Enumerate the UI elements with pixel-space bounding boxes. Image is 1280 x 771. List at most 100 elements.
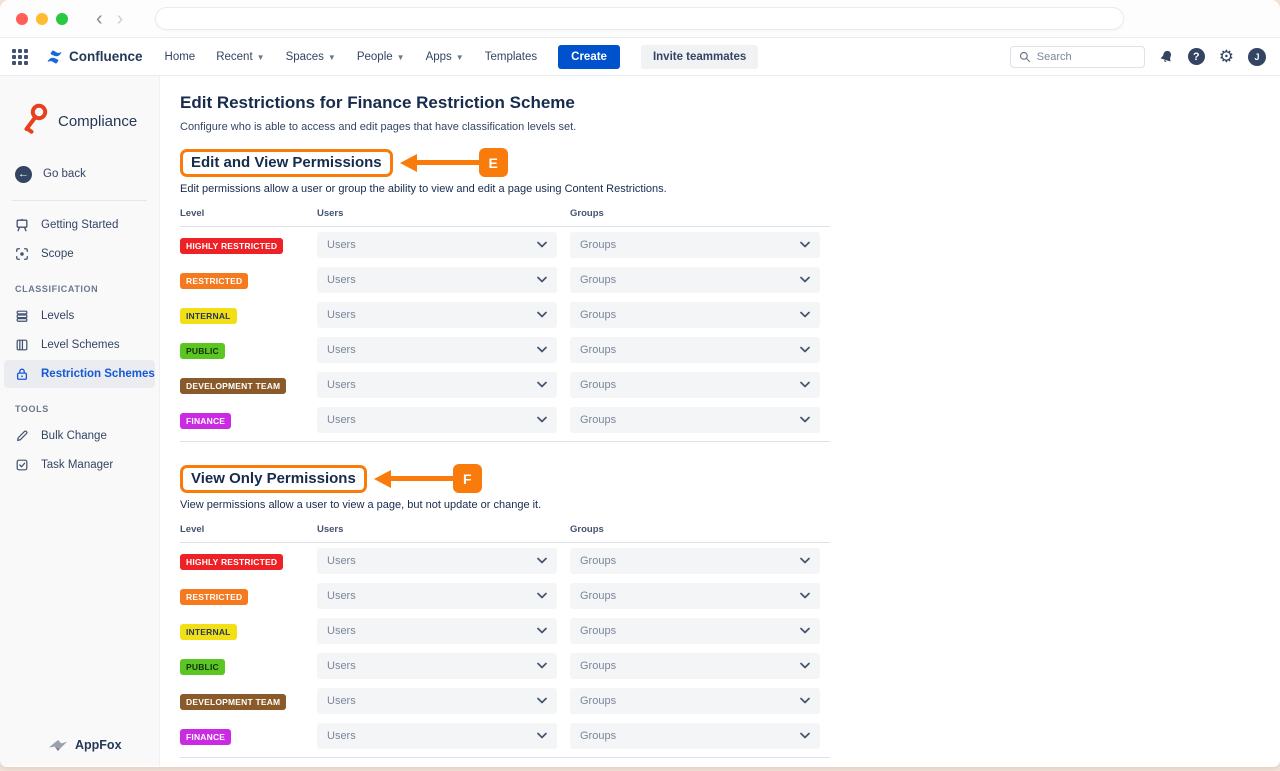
chevron-down-icon xyxy=(800,241,810,248)
groups-dropdown-value: Groups xyxy=(580,274,616,286)
address-input[interactable] xyxy=(156,8,1123,29)
level-badge: PUBLIC xyxy=(180,659,225,675)
users-dropdown[interactable]: Users xyxy=(317,337,557,363)
chevron-down-icon xyxy=(800,662,810,669)
create-button[interactable]: Create xyxy=(558,45,620,69)
edit-view-heading-row: Edit and View Permissions E xyxy=(180,148,1280,177)
nav-item-spaces[interactable]: Spaces▼ xyxy=(286,51,336,63)
search-input[interactable] xyxy=(1037,51,1127,63)
compliance-app-title: Compliance xyxy=(58,113,137,130)
sidebar-item-getting-started[interactable]: Getting Started xyxy=(4,211,155,239)
task-checkbox-icon xyxy=(15,458,29,472)
sidebar-item-levels[interactable]: Levels xyxy=(4,302,155,330)
nav-item-templates[interactable]: Templates xyxy=(485,51,537,63)
table-row: HIGHLY RESTRICTED Users Groups xyxy=(180,543,830,578)
users-dropdown-value: Users xyxy=(327,309,356,321)
groups-dropdown[interactable]: Groups xyxy=(570,372,820,398)
chevron-down-icon xyxy=(537,557,547,564)
groups-dropdown[interactable]: Groups xyxy=(570,337,820,363)
user-avatar[interactable]: J xyxy=(1248,48,1266,66)
minimize-window-button[interactable] xyxy=(36,13,48,25)
chevron-down-icon xyxy=(537,241,547,248)
browser-back-icon[interactable]: ‹ xyxy=(96,9,103,29)
column-header-groups: Groups xyxy=(570,524,820,535)
sidebar-item-restriction-schemes[interactable]: Restriction Schemes xyxy=(4,360,155,388)
users-dropdown[interactable]: Users xyxy=(317,267,557,293)
appfox-fox-icon xyxy=(48,738,68,752)
users-dropdown[interactable]: Users xyxy=(317,548,557,574)
chevron-down-icon: ▼ xyxy=(257,53,265,62)
users-dropdown[interactable]: Users xyxy=(317,618,557,644)
groups-dropdown[interactable]: Groups xyxy=(570,618,820,644)
groups-dropdown[interactable]: Groups xyxy=(570,302,820,328)
sidebar-item-bulk-change[interactable]: Bulk Change xyxy=(4,422,155,450)
close-window-button[interactable] xyxy=(16,13,28,25)
browser-forward-icon[interactable]: › xyxy=(117,9,124,29)
groups-dropdown[interactable]: Groups xyxy=(570,232,820,258)
groups-dropdown[interactable]: Groups xyxy=(570,407,820,433)
users-dropdown[interactable]: Users xyxy=(317,723,557,749)
chevron-down-icon xyxy=(537,662,547,669)
chevron-down-icon: ▼ xyxy=(456,53,464,62)
users-dropdown[interactable]: Users xyxy=(317,653,557,679)
users-dropdown[interactable]: Users xyxy=(317,407,557,433)
groups-dropdown[interactable]: Groups xyxy=(570,688,820,714)
users-dropdown[interactable]: Users xyxy=(317,232,557,258)
groups-dropdown[interactable]: Groups xyxy=(570,583,820,609)
users-dropdown[interactable]: Users xyxy=(317,688,557,714)
groups-dropdown[interactable]: Groups xyxy=(570,548,820,574)
table-row: DEVELOPMENT TEAM Users Groups xyxy=(180,683,830,718)
chevron-down-icon: ▼ xyxy=(328,53,336,62)
chevron-down-icon xyxy=(800,311,810,318)
nav-item-home[interactable]: Home xyxy=(165,51,196,63)
annotation-label-f: F xyxy=(453,464,482,493)
settings-gear-icon[interactable]: ⚙ xyxy=(1219,48,1234,65)
chevron-down-icon xyxy=(537,732,547,739)
chevron-down-icon xyxy=(800,697,810,704)
traffic-lights xyxy=(16,13,68,25)
chevron-down-icon xyxy=(537,346,547,353)
global-search[interactable] xyxy=(1010,46,1145,68)
nav-item-people[interactable]: People▼ xyxy=(357,51,405,63)
browser-window: ‹ › Confluence Home Recent▼ Spaces▼ xyxy=(0,0,1280,767)
pencil-icon xyxy=(15,429,29,443)
back-arrow-icon: ← xyxy=(15,166,32,183)
confluence-brand[interactable]: Confluence xyxy=(46,49,143,65)
users-dropdown-value: Users xyxy=(327,625,356,637)
groups-dropdown-value: Groups xyxy=(580,730,616,742)
users-dropdown[interactable]: Users xyxy=(317,372,557,398)
table-header-row: Level Users Groups xyxy=(180,520,830,543)
annotation-arrow: F xyxy=(374,464,482,493)
users-dropdown[interactable]: Users xyxy=(317,583,557,609)
app-switcher-icon[interactable] xyxy=(12,49,28,65)
users-dropdown-value: Users xyxy=(327,590,356,602)
groups-dropdown[interactable]: Groups xyxy=(570,723,820,749)
sidebar-item-label: Getting Started xyxy=(41,219,118,231)
notifications-bell-icon[interactable] xyxy=(1159,49,1174,65)
sidebar-section-classification: CLASSIFICATION xyxy=(0,284,159,294)
nav-item-apps[interactable]: Apps▼ xyxy=(426,51,464,63)
users-dropdown[interactable]: Users xyxy=(317,302,557,328)
groups-dropdown-value: Groups xyxy=(580,239,616,251)
go-back-button[interactable]: ← Go back xyxy=(0,160,159,188)
confluence-brand-label: Confluence xyxy=(69,49,143,64)
zoom-window-button[interactable] xyxy=(56,13,68,25)
sidebar-item-level-schemes[interactable]: Level Schemes xyxy=(4,331,155,359)
sidebar-item-label: Restriction Schemes xyxy=(41,368,155,380)
help-icon[interactable]: ? xyxy=(1188,48,1205,65)
nav-item-recent[interactable]: Recent▼ xyxy=(216,51,264,63)
address-bar[interactable] xyxy=(155,7,1124,30)
users-dropdown-value: Users xyxy=(327,239,356,251)
compliance-sidebar: Compliance ← Go back Getting Started Sco… xyxy=(0,76,160,766)
sidebar-item-task-manager[interactable]: Task Manager xyxy=(4,451,155,479)
level-badge: INTERNAL xyxy=(180,308,237,324)
invite-teammates-button[interactable]: Invite teammates xyxy=(641,45,758,69)
sidebar-item-scope[interactable]: Scope xyxy=(4,240,155,268)
level-badge: RESTRICTED xyxy=(180,273,248,289)
chevron-down-icon xyxy=(800,276,810,283)
users-dropdown-value: Users xyxy=(327,695,356,707)
arrow-head-icon xyxy=(374,470,391,488)
groups-dropdown[interactable]: Groups xyxy=(570,267,820,293)
groups-dropdown[interactable]: Groups xyxy=(570,653,820,679)
table-row: DEVELOPMENT TEAM Users Groups xyxy=(180,367,830,402)
